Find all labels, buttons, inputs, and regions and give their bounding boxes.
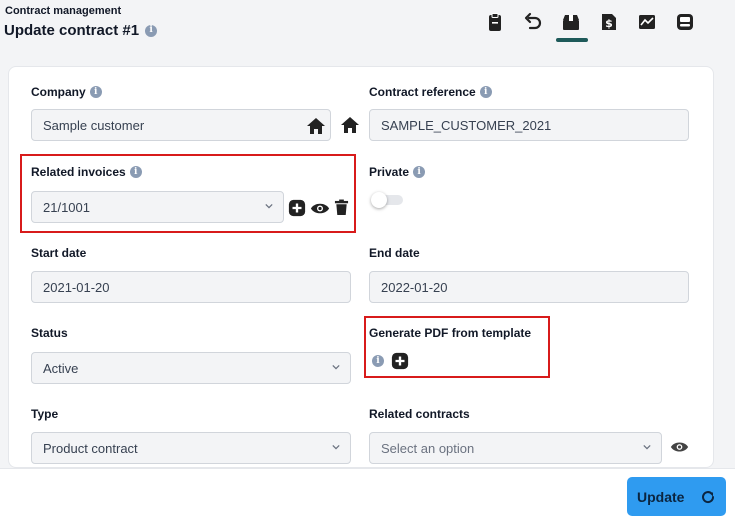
eye-icon	[310, 203, 330, 213]
chevron-down-icon	[643, 444, 651, 450]
info-icon[interactable]: i	[145, 24, 158, 37]
chevron-down-icon	[332, 444, 340, 450]
view-contract-button[interactable]	[668, 439, 690, 455]
inbox-button[interactable]	[666, 8, 704, 36]
plus-square-icon	[391, 352, 409, 370]
archive-box-icon	[563, 15, 579, 30]
company-value: Sample customer	[43, 117, 145, 133]
breadcrumb: Contract management	[5, 5, 122, 17]
invoice-button[interactable]: $	[590, 8, 628, 36]
chevron-down-icon	[265, 203, 273, 209]
info-icon[interactable]: i	[129, 166, 142, 178]
status-select[interactable]: Active	[31, 352, 351, 384]
status-value: Active	[43, 360, 79, 376]
private-toggle[interactable]	[371, 192, 403, 208]
start-date-input[interactable]: 2021-01-20	[31, 271, 351, 303]
related-contracts-select[interactable]: Select an option	[369, 432, 662, 464]
chevron-down-icon	[332, 364, 340, 370]
start-date-label: Start date	[31, 246, 87, 260]
delete-invoice-button[interactable]	[332, 197, 350, 217]
page-title: Update contract #1	[4, 22, 140, 39]
footer-bar	[0, 468, 735, 526]
info-icon[interactable]: i	[413, 166, 426, 178]
refresh-icon	[702, 491, 715, 504]
private-label-text: Private	[369, 165, 410, 179]
home-icon[interactable]	[306, 116, 326, 136]
add-invoice-button[interactable]	[287, 198, 307, 218]
private-label: Private i	[369, 165, 426, 179]
related-contracts-label: Related contracts	[369, 407, 470, 421]
update-button[interactable]: Update	[627, 477, 726, 516]
company-label-text: Company	[31, 85, 86, 99]
company-label: Company i	[31, 85, 102, 99]
contract-reference-label-text: Contract reference	[369, 85, 476, 99]
undo-icon	[524, 12, 542, 30]
related-invoices-value: 21/1001	[43, 199, 90, 215]
company-home-button[interactable]	[338, 113, 362, 137]
generate-pdf-add-button[interactable]	[390, 351, 410, 371]
related-invoices-label: Related invoices i	[31, 165, 142, 179]
toggle-knob	[371, 192, 387, 208]
related-invoices-select[interactable]: 21/1001	[31, 191, 284, 223]
home-icon	[341, 117, 359, 133]
dollar-file-icon: $	[602, 14, 616, 30]
page-title-row: Update contract #1 i	[4, 22, 158, 39]
undo-button[interactable]	[514, 8, 552, 36]
archive-box-button[interactable]	[552, 8, 590, 42]
start-date-value: 2021-01-20	[43, 279, 110, 295]
clipboard-button[interactable]	[476, 8, 514, 36]
generate-pdf-label: Generate PDF from template	[369, 326, 532, 340]
svg-text:$: $	[605, 17, 613, 30]
end-date-label: End date	[369, 246, 420, 260]
contract-reference-value: SAMPLE_CUSTOMER_2021	[381, 117, 552, 133]
type-label: Type	[31, 407, 59, 421]
end-date-input[interactable]: 2022-01-20	[369, 271, 689, 303]
view-invoice-button[interactable]	[309, 198, 331, 218]
contract-reference-input[interactable]: SAMPLE_CUSTOMER_2021	[369, 109, 689, 141]
trash-icon	[334, 199, 348, 215]
related-contracts-placeholder: Select an option	[381, 440, 475, 456]
contract-reference-label: Contract reference i	[369, 85, 492, 99]
end-date-value: 2022-01-20	[381, 279, 448, 295]
type-value: Product contract	[43, 440, 138, 456]
statistics-button[interactable]	[628, 8, 666, 36]
info-icon[interactable]: i	[372, 355, 384, 367]
status-label: Status	[31, 326, 68, 340]
clipboard-icon	[489, 13, 501, 31]
info-icon[interactable]: i	[89, 86, 102, 98]
type-select[interactable]: Product contract	[31, 432, 351, 464]
company-field[interactable]: Sample customer	[31, 109, 331, 141]
related-invoices-label-text: Related invoices	[31, 165, 126, 179]
eye-icon	[670, 442, 688, 452]
chart-icon	[639, 15, 655, 29]
update-button-label: Update	[637, 488, 685, 505]
toolbar: $	[476, 8, 704, 42]
plus-square-icon	[288, 199, 306, 217]
info-icon[interactable]: i	[479, 86, 492, 98]
inbox-icon	[677, 14, 693, 30]
